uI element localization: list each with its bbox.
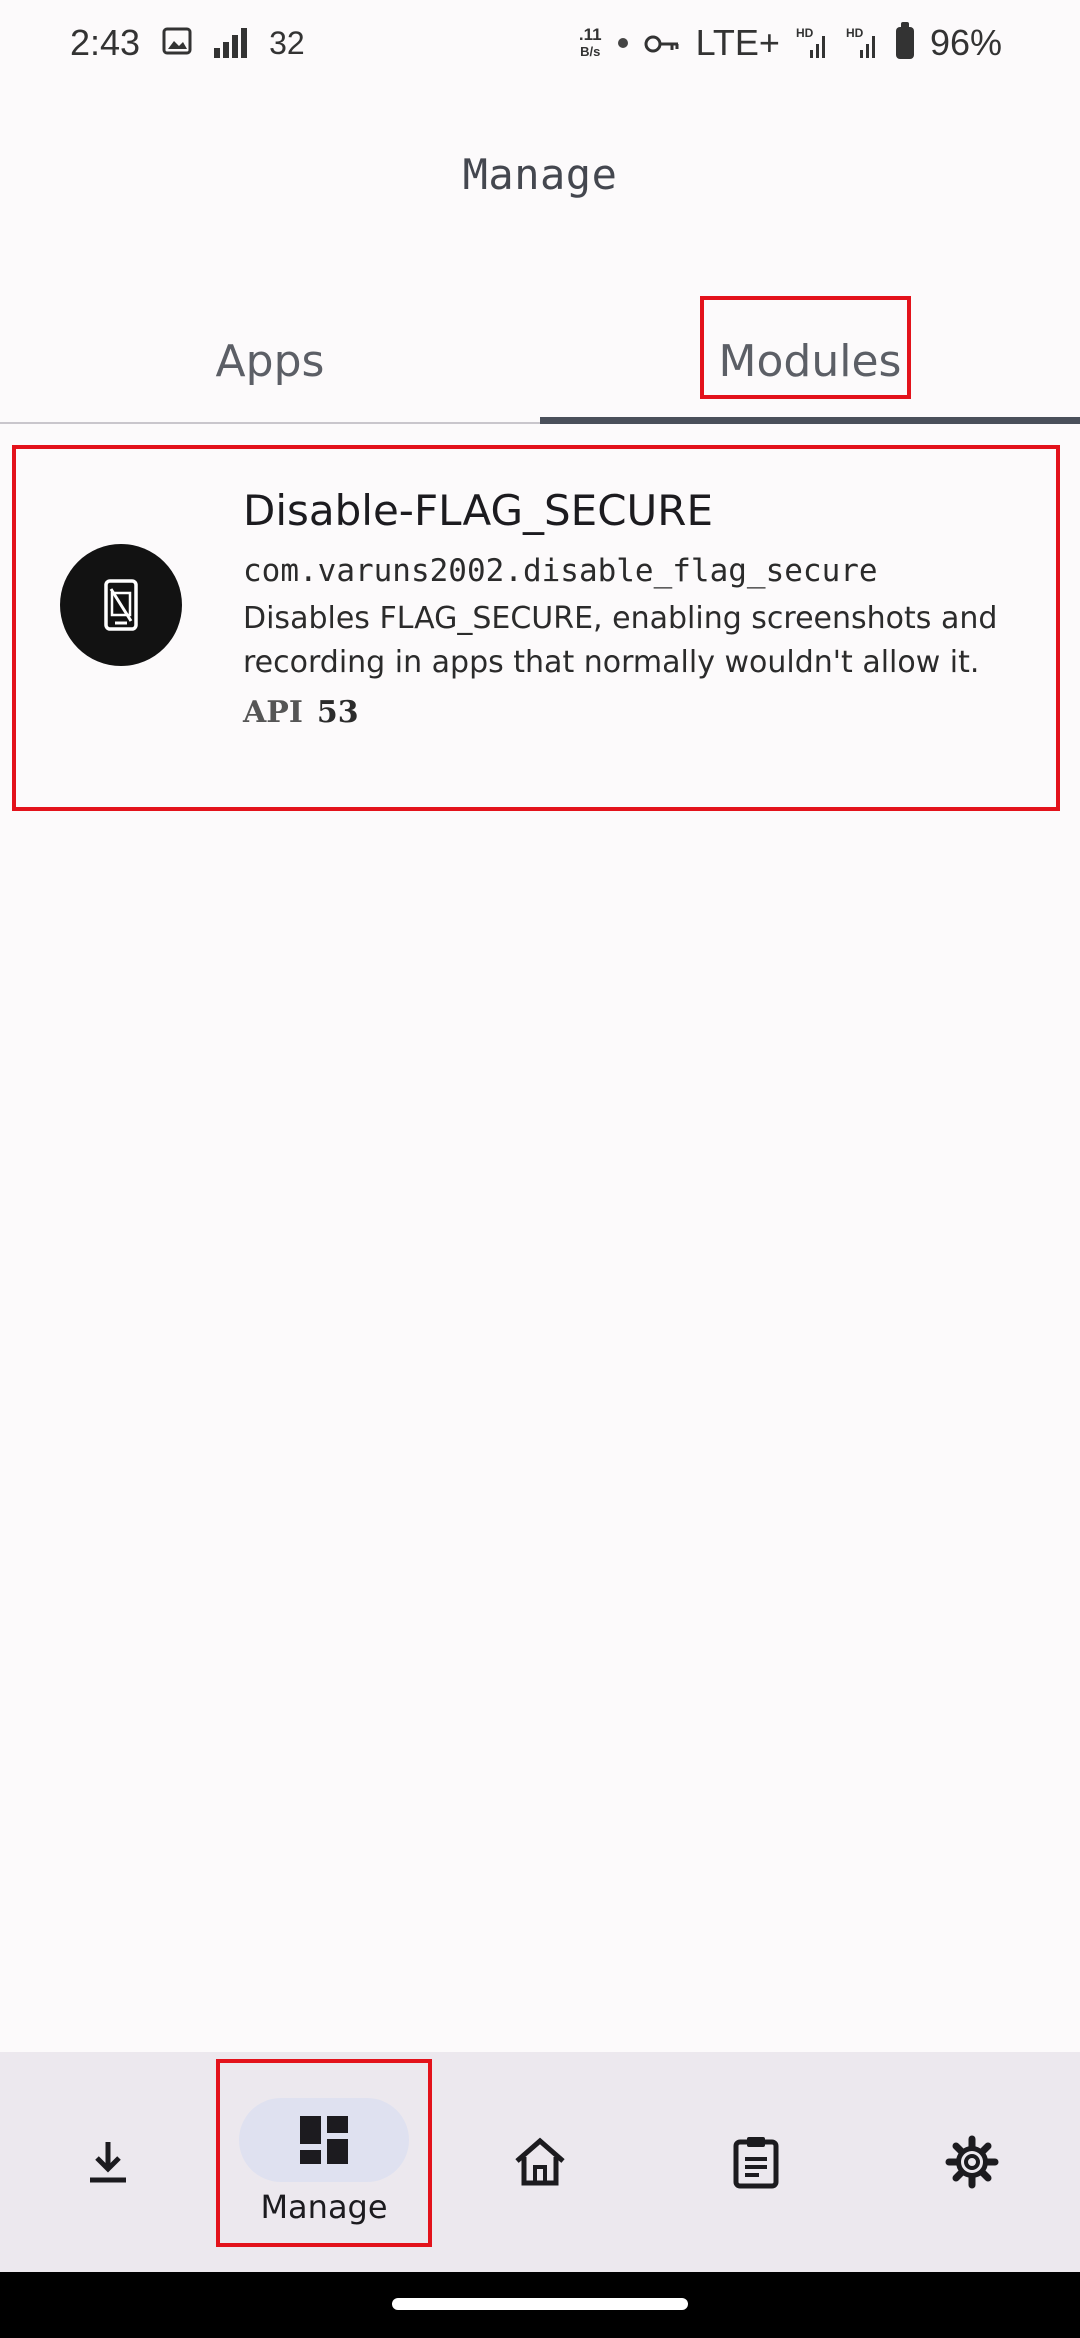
gallery-notification-icon: [162, 22, 192, 64]
clock: 2:43: [70, 22, 141, 63]
tab-bar: Apps Modules: [0, 300, 1080, 424]
module-list-item[interactable]: Disable-FLAG_SECURE com.varuns2002.disab…: [14, 447, 1057, 810]
signal-bars-icon: [214, 28, 248, 58]
tab-apps[interactable]: Apps: [0, 300, 540, 422]
page-title: Manage: [462, 150, 618, 199]
vpn-key-icon: [644, 22, 680, 64]
network-speed-unit: B/s: [580, 44, 601, 59]
module-api: API 53: [243, 695, 1043, 730]
nav-download[interactable]: [0, 2052, 216, 2272]
nav-manage-label: Manage: [260, 2188, 388, 2226]
bottom-navigation: Manage: [0, 2052, 1080, 2272]
api-value: 53: [316, 695, 359, 730]
hd-label: HD: [845, 26, 864, 40]
dashboard-icon: [239, 2098, 409, 2182]
nav-logs[interactable]: [648, 2052, 864, 2272]
nav-settings[interactable]: [864, 2052, 1080, 2272]
notification-count: 32: [269, 24, 305, 61]
tab-indicator: [540, 417, 1080, 424]
module-name: Disable-FLAG_SECURE: [243, 486, 713, 535]
hd-signal-icon-2: HD: [846, 26, 880, 60]
nav-manage[interactable]: Manage: [216, 2052, 432, 2272]
tab-apps-label: Apps: [215, 335, 325, 387]
tab-modules[interactable]: Modules: [540, 300, 1080, 422]
status-bar: 2:43 32 .11 B/s LTE+ HD HD 96%: [0, 0, 1080, 100]
battery-icon: [895, 22, 914, 59]
download-icon: [23, 2120, 193, 2204]
home-icon: [455, 2120, 625, 2204]
clipboard-icon: [671, 2120, 841, 2204]
module-details: Disable-FLAG_SECURE com.varuns2002.disab…: [243, 485, 1043, 730]
api-label: API: [243, 695, 303, 730]
hd-signal-icon-1: HD: [796, 26, 830, 60]
battery-level: 96%: [929, 22, 1002, 63]
module-package: com.varuns2002.disable_flag_secure: [243, 553, 878, 589]
gesture-handle[interactable]: [392, 2298, 688, 2310]
network-speed: .11 B/s: [579, 26, 602, 60]
nav-home[interactable]: [432, 2052, 648, 2272]
network-type: LTE+: [695, 22, 780, 63]
gear-icon: [887, 2120, 1057, 2204]
network-speed-value: .11: [578, 25, 602, 44]
gesture-navigation-bar: [0, 2272, 1080, 2338]
hd-label: HD: [795, 26, 814, 40]
screenshot-blocked-icon: [60, 544, 182, 666]
module-description: Disables FLAG_SECURE, enabling screensho…: [243, 601, 998, 680]
dot-icon: [617, 38, 628, 48]
tab-modules-label: Modules: [718, 335, 902, 387]
